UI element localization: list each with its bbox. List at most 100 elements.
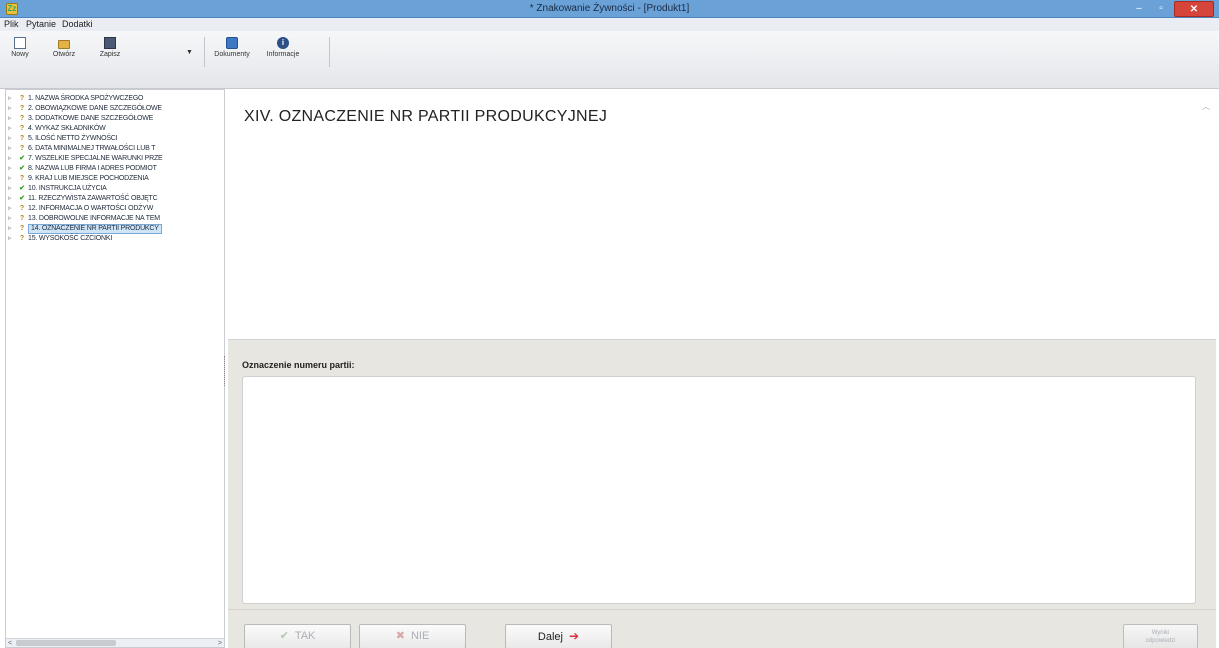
toolbar-group-file: Nowy Otwórz Zapisz ▼ bbox=[0, 37, 205, 67]
tree-item[interactable]: ▹? 6. DATA MINIMALNEJ TRWAŁOŚCI LUB T bbox=[6, 144, 224, 154]
open-button[interactable]: Otwórz bbox=[46, 37, 82, 69]
question-mark-icon: ? bbox=[19, 135, 25, 142]
tree-item-label: 3. DODATKOWE DANE SZCZEGÓŁOWE bbox=[28, 115, 154, 122]
expand-icon[interactable]: ▹ bbox=[8, 184, 14, 194]
info-icon: i bbox=[277, 37, 289, 49]
window-title: * Znakowanie Żywności - [Produkt1] bbox=[529, 3, 690, 14]
splitter-handle[interactable] bbox=[224, 356, 227, 386]
tree-item[interactable]: ▹? 13. DOBROWOLNE INFORMACJE NA TEM bbox=[6, 214, 224, 224]
info-button-label: Informacje bbox=[266, 51, 300, 58]
tree-item-label: 9. KRAJ LUB MIEJSCE POCHODZENIA bbox=[28, 175, 149, 182]
menu-dodatki[interactable]: Dodatki bbox=[62, 19, 93, 29]
check-icon: ✔ bbox=[19, 185, 25, 192]
section-title: XIV. OZNACZENIE NR PARTII PRODUKCYJNEJ bbox=[244, 108, 608, 125]
check-icon: ✔ bbox=[19, 195, 25, 202]
tree-item[interactable]: ▹? 4. WYKAZ SKŁADNIKÓW bbox=[6, 124, 224, 134]
results-button-label-2: odpowiedzi bbox=[1145, 638, 1176, 644]
scrollbar-thumb[interactable] bbox=[16, 640, 116, 646]
expand-icon[interactable]: ▹ bbox=[8, 94, 14, 104]
expand-icon[interactable]: ▹ bbox=[8, 104, 14, 114]
tree-item[interactable]: ▹? 9. KRAJ LUB MIEJSCE POCHODZENIA bbox=[6, 174, 224, 184]
question-tree[interactable]: ▹? 1. NAZWA ŚRODKA SPOŻYWCZEGO ▹? 2. OBOWIĄ… bbox=[5, 89, 225, 648]
question-mark-icon: ? bbox=[19, 215, 25, 222]
batch-number-label: Oznaczenie numeru partii: bbox=[242, 360, 355, 370]
toolbar: Nowy Otwórz Zapisz ▼ Dokumenty i Informa… bbox=[0, 31, 1219, 89]
no-button-label: NIE bbox=[410, 630, 430, 642]
tree-item[interactable]: ▹ ✔ 11. RZECZYWISTA ZAWARTOŚĆ OBJĘTC bbox=[6, 194, 224, 204]
tree-item-label: 2. OBOWIĄZKOWE DANE SZCZEGÓŁOWE bbox=[28, 105, 162, 112]
tree-list: ▹? 1. NAZWA ŚRODKA SPOŻYWCZEGO ▹? 2. OBOWIĄ… bbox=[6, 94, 224, 244]
tree-item-label: 7. WSZELKIE SPECJALNE WARUNKI PRZE bbox=[28, 155, 163, 162]
new-button[interactable]: Nowy bbox=[2, 37, 38, 69]
new-document-icon bbox=[14, 37, 26, 49]
tree-item-label: 8. NAZWA LUB FIRMA I ADRES PODMIOT bbox=[28, 165, 157, 172]
save-button[interactable]: Zapisz bbox=[92, 37, 128, 69]
scroll-right-icon[interactable]: > bbox=[218, 639, 222, 647]
expand-icon[interactable]: ▹ bbox=[8, 144, 14, 154]
scroll-left-icon[interactable]: < bbox=[8, 639, 12, 647]
expand-icon[interactable]: ▹ bbox=[8, 214, 14, 224]
tree-item-label: 15. WYSOKOŚĆ CZCIONKI bbox=[28, 235, 113, 242]
tree-item[interactable]: ▹? 2. OBOWIĄZKOWE DANE SZCZEGÓŁOWE bbox=[6, 104, 224, 114]
expand-icon[interactable]: ▹ bbox=[8, 194, 14, 204]
documents-icon bbox=[226, 37, 238, 49]
maximize-button[interactable]: ▫ bbox=[1150, 1, 1172, 17]
tree-item[interactable]: ▹ ✔ 10. INSTRUKCJA UŻYCIA bbox=[6, 184, 224, 194]
answer-pane: Oznaczenie numeru partii: bbox=[228, 340, 1216, 609]
question-mark-icon: ? bbox=[19, 175, 25, 182]
menu-pytanie[interactable]: Pytanie bbox=[26, 19, 56, 29]
question-mark-icon: ? bbox=[19, 95, 25, 102]
results-button[interactable]: Wyniki odpowiedzi bbox=[1123, 624, 1198, 648]
tree-item-label: 14. OZNACZENIE NR PARTII PRODUKCY bbox=[28, 224, 162, 234]
toolbar-group-help: Dokumenty i Informacje bbox=[206, 37, 330, 67]
folder-icon bbox=[58, 40, 70, 49]
cross-icon: ✖ bbox=[395, 630, 405, 642]
expand-icon[interactable]: ▹ bbox=[8, 114, 14, 124]
save-dropdown-icon[interactable]: ▼ bbox=[186, 49, 193, 56]
expand-icon[interactable]: ▹ bbox=[8, 164, 14, 174]
question-mark-icon: ? bbox=[19, 115, 25, 122]
question-mark-icon: ? bbox=[19, 225, 25, 232]
tree-item[interactable]: ▹? 15. WYSOKOŚĆ CZCIONKI bbox=[6, 234, 224, 244]
menu-plik[interactable]: Plik bbox=[4, 19, 19, 29]
expand-icon[interactable]: ▹ bbox=[8, 174, 14, 184]
tree-item[interactable]: ▹? 12. INFORMACJA O WARTOŚCI ODŻYW bbox=[6, 204, 224, 214]
expand-icon[interactable]: ▹ bbox=[8, 204, 14, 214]
next-button[interactable]: Dalej ➔ bbox=[505, 624, 612, 648]
expand-icon[interactable]: ▹ bbox=[8, 134, 14, 144]
batch-number-field[interactable] bbox=[242, 376, 1196, 604]
tree-item-label: 4. WYKAZ SKŁADNIKÓW bbox=[28, 125, 106, 132]
tree-item[interactable]: ▹ ✔ 8. NAZWA LUB FIRMA I ADRES PODMIOT bbox=[6, 164, 224, 174]
tree-item-label: 13. DOBROWOLNE INFORMACJE NA TEM bbox=[28, 215, 160, 222]
question-mark-icon: ? bbox=[19, 205, 25, 212]
tree-item[interactable]: ▹? 3. DODATKOWE DANE SZCZEGÓŁOWE bbox=[6, 114, 224, 124]
scroll-up-icon[interactable]: ︿ bbox=[1202, 101, 1210, 112]
expand-icon[interactable]: ▹ bbox=[8, 224, 14, 234]
question-mark-icon: ? bbox=[19, 145, 25, 152]
no-button[interactable]: ✖ NIE bbox=[359, 624, 466, 648]
tree-horizontal-scrollbar[interactable]: < > bbox=[6, 638, 224, 647]
question-mark-icon: ? bbox=[19, 235, 25, 242]
tree-item[interactable]: ▹? 5. ILOŚĆ NETTO ŻYWNOŚCI bbox=[6, 134, 224, 144]
tree-item-label: 12. INFORMACJA O WARTOŚCI ODŻYW bbox=[28, 205, 154, 212]
open-button-label: Otwórz bbox=[52, 51, 76, 58]
tree-item[interactable]: ▹ ✔ 7. WSZELKIE SPECJALNE WARUNKI PRZE bbox=[6, 154, 224, 164]
tree-item[interactable]: ▹? 14. OZNACZENIE NR PARTII PRODUKCY bbox=[6, 224, 224, 234]
minimize-button[interactable]: – bbox=[1128, 1, 1150, 17]
expand-icon[interactable]: ▹ bbox=[8, 154, 14, 164]
close-button[interactable]: ✕ bbox=[1174, 1, 1214, 17]
check-icon: ✔ bbox=[19, 155, 25, 162]
check-icon: ✔ bbox=[19, 165, 25, 172]
results-button-label-1: Wyniki bbox=[1151, 630, 1170, 636]
next-button-label: Dalej bbox=[537, 631, 563, 643]
check-icon: ✔ bbox=[279, 630, 289, 642]
tree-item[interactable]: ▹? 1. NAZWA ŚRODKA SPOŻYWCZEGO bbox=[6, 94, 224, 104]
yes-button[interactable]: ✔ TAK bbox=[244, 624, 351, 648]
expand-icon[interactable]: ▹ bbox=[8, 234, 14, 244]
expand-icon[interactable]: ▹ bbox=[8, 124, 14, 134]
title-bar[interactable]: Zz * Znakowanie Żywności - [Produkt1] – … bbox=[0, 0, 1219, 18]
question-pane: XIV. OZNACZENIE NR PARTII PRODUKCYJNEJ ︿ bbox=[228, 89, 1216, 340]
documents-button[interactable]: Dokumenty bbox=[212, 37, 252, 69]
menu-bar: Plik Pytanie Dodatki bbox=[0, 18, 1219, 31]
info-button[interactable]: i Informacje bbox=[262, 37, 304, 69]
